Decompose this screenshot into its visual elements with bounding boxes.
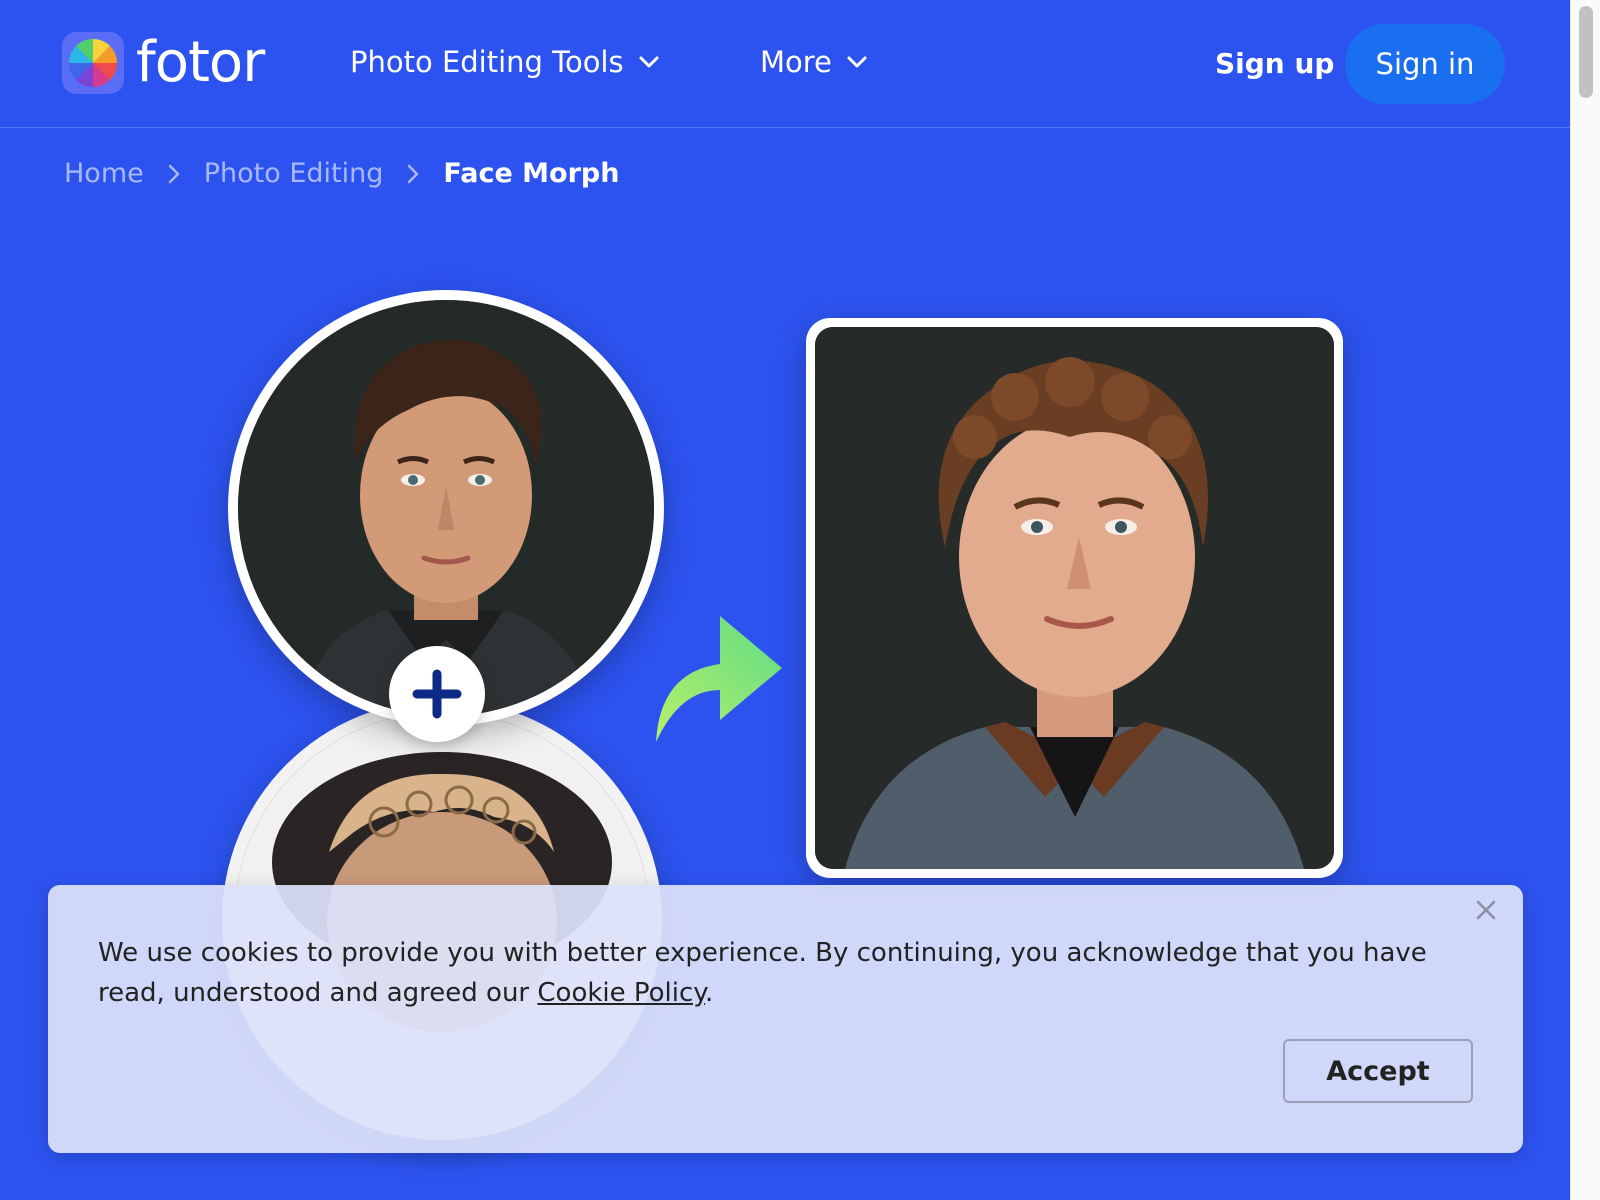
chevron-down-icon xyxy=(847,56,867,68)
scrollbar-thumb[interactable] xyxy=(1579,6,1593,98)
fotor-logo[interactable]: fotor xyxy=(62,30,265,95)
plus-icon xyxy=(412,669,462,719)
nav-photo-editing-tools-label: Photo Editing Tools xyxy=(350,45,624,79)
nav-photo-editing-tools[interactable]: Photo Editing Tools xyxy=(350,42,660,82)
curved-arrow-icon xyxy=(656,616,782,742)
chevron-right-icon xyxy=(168,164,179,184)
chevron-right-icon xyxy=(408,164,419,184)
logo-text: fotor xyxy=(136,30,265,95)
close-icon[interactable] xyxy=(1471,895,1501,925)
plus-button xyxy=(389,646,485,742)
nav-more[interactable]: More xyxy=(760,42,868,82)
logo-icon xyxy=(62,32,124,94)
sign-in-button[interactable]: Sign in xyxy=(1345,24,1505,104)
cookie-policy-link[interactable]: Cookie Policy xyxy=(537,978,705,1008)
cookie-message-text: We use cookies to provide you with bette… xyxy=(98,938,1427,1008)
breadcrumb-photo-editing[interactable]: Photo Editing xyxy=(204,154,384,194)
cookie-message: We use cookies to provide you with bette… xyxy=(98,933,1438,1013)
scrollbar[interactable] xyxy=(1570,0,1600,1200)
chevron-down-icon xyxy=(639,56,659,68)
morphed-result-image xyxy=(806,318,1343,878)
page: fotor Photo Editing Tools More Sign up S… xyxy=(0,0,1570,1200)
breadcrumb: Home Photo Editing Face Morph xyxy=(64,154,619,194)
breadcrumb-current: Face Morph xyxy=(443,158,620,189)
accept-button[interactable]: Accept xyxy=(1283,1039,1473,1103)
top-navigation: fotor Photo Editing Tools More Sign up S… xyxy=(0,0,1570,128)
nav-more-label: More xyxy=(760,45,832,79)
sign-up-link[interactable]: Sign up xyxy=(1215,44,1334,84)
cookie-banner: We use cookies to provide you with bette… xyxy=(48,885,1523,1153)
breadcrumb-home[interactable]: Home xyxy=(64,154,144,194)
cookie-message-period: . xyxy=(704,978,714,1008)
